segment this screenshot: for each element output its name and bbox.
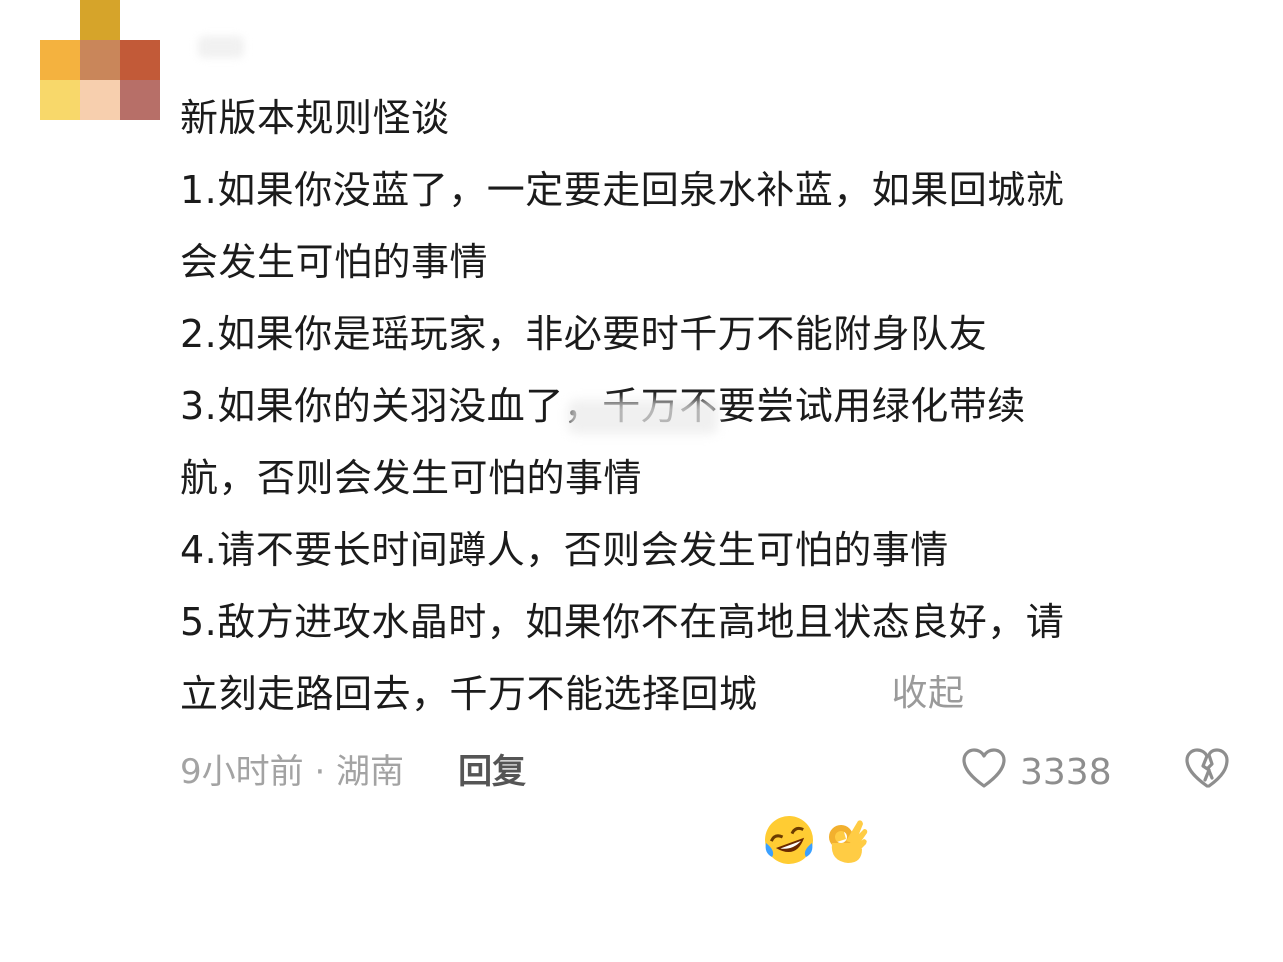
comment-line: 会发生可怕的事情 [180, 240, 489, 284]
comment-line: 2.如果你是瑶玩家，非必要时千万不能附身队友 [180, 312, 988, 356]
comment-last-line: 立刻走路回去，千万不能选择回城 收起 [180, 658, 1240, 864]
rofl-emoji-icon [762, 669, 816, 864]
heart-icon [960, 746, 1008, 799]
username-blurred[interactable] [198, 36, 244, 58]
comment-line: 5.敌方进攻水晶时，如果你不在高地且状态良好，请 [180, 600, 1065, 644]
watermark-blurred [568, 400, 718, 434]
like-count: 3338 [1020, 752, 1112, 793]
comment-title: 新版本规则怪谈 [180, 96, 450, 140]
collapse-button[interactable]: 收起 [892, 658, 965, 730]
avatar-pixel [40, 80, 80, 120]
avatar-pixel [80, 0, 120, 40]
time-location: 9小时前 · 湖南 [180, 751, 405, 792]
comment-line: 立刻走路回去，千万不能选择回城 [180, 672, 758, 716]
ok-hand-emoji-icon [820, 669, 874, 863]
comment-line: 航，否则会发生可怕的事情 [180, 456, 643, 500]
like-button[interactable]: 3338 [960, 746, 1112, 799]
avatar-pixel [40, 40, 80, 80]
avatar-pixel [80, 80, 120, 120]
avatar-pixel [120, 40, 160, 80]
avatar[interactable] [40, 0, 160, 120]
dislike-button[interactable] [1182, 746, 1232, 799]
comment-line: 4.请不要长时间蹲人，否则会发生可怕的事情 [180, 528, 949, 572]
avatar-pixel [120, 80, 160, 120]
comment-footer: 9小时前 · 湖南 回复 3338 [180, 740, 1240, 796]
comment-line: 1.如果你没蓝了，一定要走回泉水补蓝，如果回城就 [180, 168, 1065, 212]
avatar-pixel [80, 40, 120, 80]
broken-heart-icon [1182, 748, 1232, 799]
reply-button[interactable]: 回复 [458, 744, 526, 793]
